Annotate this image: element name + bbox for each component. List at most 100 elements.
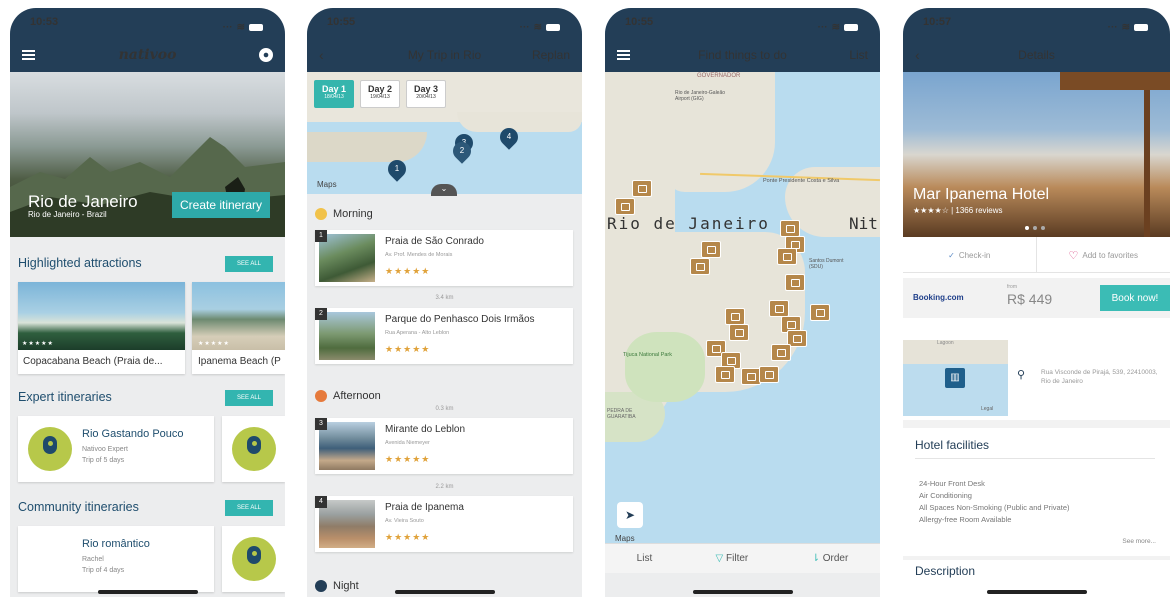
filter-icon: ▽ bbox=[715, 553, 727, 564]
divider bbox=[903, 556, 1170, 560]
facilities-list: 24-Hour Front Desk Air Conditioning All … bbox=[919, 478, 1069, 526]
divider bbox=[903, 420, 1170, 428]
facility-item: 24-Hour Front Desk bbox=[919, 479, 985, 488]
attraction-marker[interactable] bbox=[615, 198, 635, 215]
itinerary-card[interactable]: Rio Gastando Pouco Nativoo Expert Trip o… bbox=[18, 416, 214, 482]
location-pin-icon: ⚲ bbox=[1017, 369, 1026, 381]
filter-button[interactable]: ▽ Filter bbox=[716, 553, 749, 564]
attraction-marker[interactable] bbox=[780, 220, 800, 237]
itinerary-stop[interactable]: 3 Mirante do Leblon Avenida Niemeyer ★★★… bbox=[315, 418, 573, 474]
battery-icon bbox=[844, 23, 858, 31]
itinerary-title: Rio romântico bbox=[82, 538, 150, 550]
map-marker[interactable]: 4 bbox=[496, 124, 522, 150]
home-indicator bbox=[97, 590, 198, 594]
attraction-marker[interactable] bbox=[725, 308, 745, 325]
see-all-expert-button[interactable]: SEE ALL bbox=[225, 390, 273, 406]
attraction-marker[interactable] bbox=[715, 366, 735, 383]
stop-address: Av. Vieira Souto bbox=[385, 518, 424, 524]
nav-bar: nativoo bbox=[10, 38, 285, 72]
status-time: 10:57 bbox=[923, 16, 952, 28]
checkmark-icon: ✓ bbox=[948, 250, 955, 260]
period-label: Morning bbox=[333, 208, 373, 220]
location-map[interactable]: Lagoon ▥ Legal bbox=[903, 340, 1008, 416]
phone-screen-explore: 10:55 ··· ≋ Find things to do List GOVERN… bbox=[605, 8, 880, 597]
back-chevron-icon[interactable]: ‹ bbox=[319, 47, 324, 63]
location-arrow-icon[interactable]: ➤ bbox=[617, 502, 643, 528]
nav-bar: ‹ My Trip in Rio Replan bbox=[307, 38, 582, 72]
signal-icon: ··· bbox=[519, 21, 530, 33]
status-time: 10:55 bbox=[327, 16, 356, 28]
attraction-marker[interactable] bbox=[771, 344, 791, 361]
attraction-marker[interactable] bbox=[729, 324, 749, 341]
attraction-card[interactable]: ★★★★★ Ipanema Beach (P bbox=[192, 282, 285, 374]
day-tab-1[interactable]: Day 1 18/04/13 bbox=[314, 80, 354, 108]
status-time: 10:53 bbox=[30, 16, 59, 28]
sun-icon bbox=[315, 208, 327, 220]
attraction-marker[interactable] bbox=[701, 241, 721, 258]
hotel-address: Rua Visconde de Pirajá, 539, 22410003, R… bbox=[1041, 369, 1158, 386]
check-in-button[interactable]: ✓ Check-in bbox=[903, 237, 1037, 273]
marker-number: 1 bbox=[394, 164, 400, 173]
map-marker[interactable]: 2 bbox=[449, 138, 475, 164]
wifi-icon: ≋ bbox=[1121, 21, 1130, 33]
menu-icon[interactable] bbox=[22, 50, 35, 60]
see-more-link[interactable]: See more... bbox=[1122, 538, 1156, 545]
sunset-icon bbox=[315, 390, 327, 402]
section-expert: Expert itineraries bbox=[18, 390, 112, 404]
attraction-marker[interactable] bbox=[785, 274, 805, 291]
back-chevron-icon[interactable]: ‹ bbox=[915, 47, 920, 63]
map-label: Ponte Presidente Costa e Silva bbox=[763, 178, 840, 184]
map-label: Tijuca National Park bbox=[623, 352, 673, 358]
stop-image bbox=[319, 234, 375, 282]
globe-icon[interactable] bbox=[259, 48, 273, 62]
favorites-label: Add to favorites bbox=[1082, 250, 1138, 260]
map-legal-label: Legal bbox=[981, 406, 994, 412]
attraction-marker[interactable] bbox=[769, 300, 789, 317]
order-button[interactable]: ⇂ Order bbox=[812, 553, 849, 564]
map-marker[interactable]: 1 bbox=[384, 156, 410, 182]
signal-icon: ··· bbox=[817, 21, 828, 33]
day-tab-2[interactable]: Day 2 19/04/13 bbox=[360, 80, 400, 108]
itinerary-card[interactable]: Rio romântico Rachel Trip of 4 days bbox=[18, 526, 214, 592]
chevron-down-icon[interactable]: ⌄ bbox=[431, 184, 457, 196]
distance-label: 2.2 km bbox=[435, 484, 454, 490]
day-date: 18/04/13 bbox=[324, 94, 344, 100]
attraction-marker[interactable] bbox=[690, 258, 710, 275]
itinerary-stop[interactable]: 1 Praia de São Conrado Av. Prof. Mendes … bbox=[315, 230, 573, 286]
day-label: Day 2 bbox=[367, 84, 393, 94]
attraction-marker[interactable] bbox=[810, 304, 830, 321]
itinerary-stop[interactable]: 2 Parque do Penhasco Dois Irmãos Rua Ape… bbox=[315, 308, 573, 364]
attraction-marker[interactable] bbox=[759, 366, 779, 383]
day-tab-3[interactable]: Day 3 20/04/13 bbox=[406, 80, 446, 108]
itinerary-card[interactable] bbox=[222, 416, 285, 482]
attraction-marker[interactable] bbox=[632, 180, 652, 197]
see-all-community-button[interactable]: SEE ALL bbox=[225, 500, 273, 516]
menu-icon[interactable] bbox=[617, 50, 630, 60]
status-bar: 10:53 ··· ≋ bbox=[10, 8, 285, 38]
see-all-highlighted-button[interactable]: SEE ALL bbox=[225, 256, 273, 272]
page-title: Details bbox=[1018, 48, 1055, 62]
attraction-marker[interactable] bbox=[777, 248, 797, 265]
book-now-button[interactable]: Book now! bbox=[1100, 285, 1170, 311]
add-to-favorites-button[interactable]: ♡ Add to favorites bbox=[1037, 237, 1170, 273]
nav-bar: Find things to do List bbox=[605, 38, 880, 72]
carousel-dots[interactable] bbox=[1025, 226, 1045, 230]
status-indicators: ··· ≋ bbox=[1108, 16, 1148, 38]
heart-icon: ♡ bbox=[1068, 249, 1079, 262]
replan-button[interactable]: Replan bbox=[532, 48, 570, 62]
attraction-marker[interactable] bbox=[741, 368, 761, 385]
facility-item: All Spaces Non-Smoking (Public and Priva… bbox=[919, 503, 1070, 512]
order-label: Order bbox=[822, 553, 849, 564]
create-itinerary-button[interactable]: Create itinerary bbox=[172, 192, 270, 218]
list-tab[interactable]: List bbox=[637, 553, 653, 564]
map-label: GOVERNADOR bbox=[697, 73, 741, 79]
status-bar: 10:55 ··· ≋ bbox=[307, 8, 582, 38]
list-button[interactable]: List bbox=[849, 48, 868, 62]
attraction-card[interactable]: ★★★★★ Copacabana Beach (Praia de... bbox=[18, 282, 185, 374]
stop-number: 2 bbox=[315, 308, 327, 320]
period-label: Night bbox=[333, 580, 359, 592]
itinerary-card[interactable] bbox=[222, 526, 285, 592]
period-morning: Morning bbox=[315, 208, 373, 220]
itinerary-stop[interactable]: 4 Praia de Ipanema Av. Vieira Souto ★★★★… bbox=[315, 496, 573, 552]
status-indicators: ··· ≋ bbox=[818, 16, 858, 38]
